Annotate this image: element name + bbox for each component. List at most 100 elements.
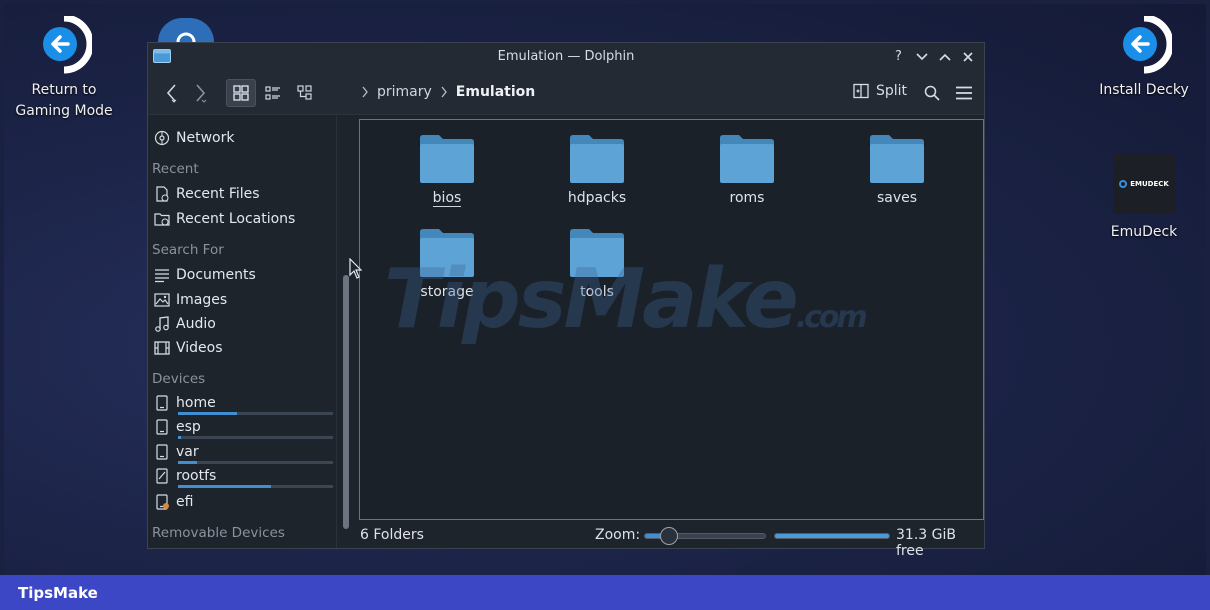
emudeck-shortcut[interactable]: EMUDECK EmuDeck — [1096, 154, 1192, 243]
zoom-slider-handle[interactable] — [660, 527, 678, 545]
device-usage-bar — [178, 461, 333, 464]
network-icon — [154, 130, 170, 146]
sidebar-item-efi[interactable]: efi — [154, 491, 193, 513]
chevron-right-icon — [362, 86, 368, 98]
footer-brand: TipsMake — [18, 584, 98, 602]
device-label: var — [176, 444, 199, 460]
recent-locations-label: Recent Locations — [176, 211, 296, 227]
sidebar-item-rootfs[interactable]: rootfs — [154, 465, 216, 487]
network-label: Network — [176, 130, 235, 146]
install-decky-shortcut[interactable]: Install Decky — [1092, 16, 1196, 101]
drive-icon — [156, 419, 168, 435]
toolbar: primary Emulation Split — [148, 71, 984, 115]
folder-icon — [570, 135, 624, 183]
breadcrumb-current[interactable]: Emulation — [456, 84, 535, 100]
hidden-desktop-icon[interactable] — [158, 18, 214, 52]
folder-item[interactable]: bios — [392, 134, 502, 207]
drive-icon — [156, 395, 168, 411]
search-button[interactable] — [920, 79, 944, 107]
return-gaming-mode-shortcut[interactable]: Return to Gaming Mode — [14, 16, 114, 122]
sidebar-item-audio[interactable]: Audio — [154, 313, 216, 335]
compact-view-button[interactable] — [258, 79, 288, 107]
search-icon — [924, 85, 940, 101]
forward-button[interactable] — [190, 79, 212, 107]
sidebar-item-network[interactable]: Network — [154, 127, 234, 149]
split-label: Split — [876, 83, 908, 99]
recent-locations-icon — [154, 213, 170, 226]
window-titlebar[interactable]: Emulation — Dolphin ? — [148, 43, 984, 71]
folder-name: roms — [729, 190, 765, 206]
sidebar-item-documents[interactable]: Documents — [154, 264, 256, 286]
folder-icon — [720, 135, 774, 183]
recent-files-label: Recent Files — [176, 186, 260, 202]
device-usage-fill — [178, 412, 237, 415]
folder-item[interactable]: saves — [842, 134, 952, 206]
chevron-left-icon — [166, 84, 177, 103]
folder-name: saves — [876, 190, 918, 206]
video-icon — [154, 341, 170, 355]
return-label-line-2: Gaming Mode — [15, 103, 113, 119]
panel-divider[interactable] — [336, 116, 337, 548]
chevron-right-icon — [441, 86, 447, 98]
recent-files-icon — [156, 186, 169, 202]
sidebar-scrollbar[interactable] — [343, 275, 349, 529]
devices-heading: Devices — [152, 371, 206, 387]
audio-label: Audio — [176, 316, 216, 332]
device-usage-fill — [178, 485, 271, 488]
steam-return-icon — [43, 16, 92, 74]
device-usage-bar — [178, 436, 333, 439]
details-view-button[interactable] — [290, 79, 320, 107]
hamburger-menu-icon — [956, 86, 972, 100]
device-label: esp — [176, 419, 201, 435]
sidebar-item-recent-locations[interactable]: Recent Locations — [154, 208, 295, 230]
sidebar-item-home[interactable]: home — [154, 392, 216, 414]
chevron-right-icon — [196, 84, 207, 103]
device-label: rootfs — [176, 468, 217, 484]
device-usage-fill — [178, 436, 182, 439]
device-usage-bar — [178, 412, 333, 415]
drive-slash-icon — [156, 468, 168, 484]
folder-icon — [870, 135, 924, 183]
sidebar-item-esp[interactable]: esp — [154, 416, 201, 438]
chevron-down-icon — [915, 52, 928, 60]
places-panel: Network Recent Recent Files Recent Locat… — [148, 116, 338, 548]
folder-icon — [420, 135, 474, 183]
window-title: Emulation — Dolphin — [497, 49, 635, 64]
sidebar-item-recent-files[interactable]: Recent Files — [154, 183, 260, 205]
grid-view-icon — [233, 85, 249, 101]
icons-view-button[interactable] — [226, 79, 256, 107]
compact-view-icon — [265, 86, 280, 100]
folder-item[interactable]: roms — [692, 134, 802, 206]
tree-view-icon — [297, 85, 312, 100]
footer-bar: TipsMake — [0, 575, 1210, 610]
split-button[interactable]: Split — [853, 83, 907, 99]
sidebar-item-images[interactable]: Images — [154, 289, 227, 311]
videos-label: Videos — [176, 340, 223, 356]
emudeck-logo-text: EMUDECK — [1130, 179, 1169, 188]
zoom-label: Zoom: — [595, 527, 641, 543]
breadcrumb-parent[interactable]: primary — [377, 84, 432, 100]
sidebar-item-videos[interactable]: Videos — [154, 337, 223, 359]
help-button[interactable]: ? — [890, 47, 907, 66]
decky-install-icon — [1123, 16, 1172, 74]
minimize-button[interactable] — [913, 47, 930, 66]
recent-heading: Recent — [152, 161, 199, 177]
close-button[interactable] — [959, 47, 976, 66]
zoom-slider[interactable] — [644, 527, 766, 545]
folder-item[interactable]: hdpacks — [542, 134, 652, 206]
watermark-main: TipsMake — [384, 252, 799, 347]
close-icon — [962, 51, 973, 62]
free-space-fill — [775, 534, 889, 538]
folder-name: bios — [432, 190, 462, 207]
music-note-icon — [155, 316, 169, 332]
emudeck-label: EmuDeck — [1110, 224, 1178, 240]
menu-button[interactable] — [952, 79, 976, 107]
sidebar-item-var[interactable]: var — [154, 441, 199, 463]
documents-label: Documents — [176, 267, 256, 283]
maximize-button[interactable] — [936, 47, 953, 66]
drive-icon — [156, 444, 168, 460]
folder-count: 6 Folders — [360, 527, 424, 543]
back-button[interactable] — [160, 79, 182, 107]
documents-icon — [155, 269, 169, 283]
free-space-bar — [774, 533, 890, 539]
